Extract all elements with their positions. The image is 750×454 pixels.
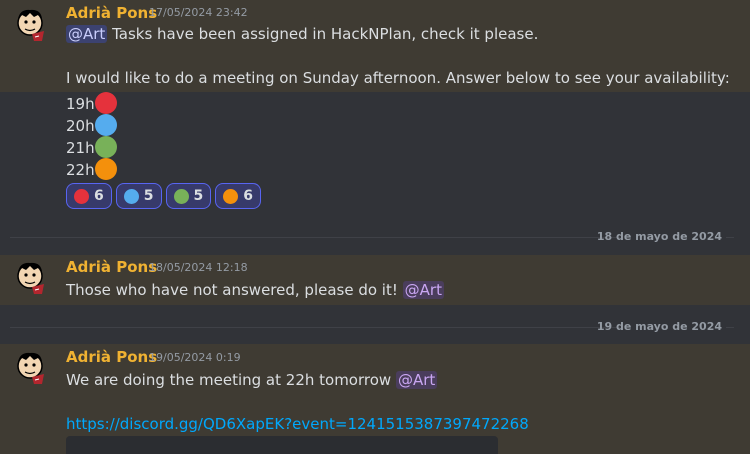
- avatar[interactable]: [10, 5, 50, 45]
- green-circle-icon: [173, 188, 189, 204]
- reaction-count: 5: [193, 188, 204, 204]
- event-link[interactable]: https://discord.gg/QD6XapEK?event=124151…: [66, 413, 529, 435]
- divider-date-label: 18 de mayo de 2024: [596, 230, 722, 243]
- divider-date-label: 19 de mayo de 2024: [596, 320, 722, 333]
- message-text-line: @Art Tasks have been assigned in HackNPl…: [66, 23, 538, 45]
- reaction-count: 6: [243, 188, 253, 204]
- reaction-orange-circle[interactable]: 6: [215, 183, 261, 209]
- red-circle-icon: [94, 92, 117, 114]
- message-timestamp: 18/05/2024 12:18: [149, 261, 248, 274]
- reaction-count: 6: [94, 188, 104, 204]
- message-text-line: Those who have not answered, please do i…: [66, 279, 444, 301]
- author-name[interactable]: Adrià Pons: [66, 257, 157, 277]
- date-divider: 18 de mayo de 2024: [10, 230, 750, 244]
- divider-line: [10, 237, 620, 238]
- author-name[interactable]: Adrià Pons: [66, 347, 157, 367]
- orange-circle-icon: [223, 188, 239, 204]
- author-name[interactable]: Adrià Pons: [66, 3, 157, 23]
- message-text-line: I would like to do a meeting on Sunday a…: [66, 69, 730, 87]
- reaction-blue-circle[interactable]: 5: [115, 183, 162, 209]
- reaction-red-circle[interactable]: 6: [66, 183, 112, 209]
- avatar[interactable]: [10, 258, 50, 298]
- user-mention[interactable]: @Art: [66, 25, 108, 43]
- date-divider: 19 de mayo de 2024: [10, 320, 750, 334]
- poll-option-21h: 21h: [66, 136, 117, 159]
- blue-circle-icon: [123, 188, 139, 204]
- message-text: Those who have not answered, please do i…: [66, 281, 398, 299]
- blue-circle-icon: [94, 114, 117, 136]
- user-mention[interactable]: @Art: [402, 281, 444, 299]
- user-mention[interactable]: @Art: [395, 371, 438, 389]
- red-circle-icon: [74, 188, 89, 204]
- link-embed[interactable]: [66, 436, 498, 454]
- message-timestamp: 17/05/2024 23:42: [149, 6, 248, 19]
- poll-option-19h: 19h: [66, 92, 117, 115]
- divider-line: [726, 237, 734, 238]
- avatar[interactable]: [10, 348, 50, 388]
- poll-option-20h: 20h: [66, 114, 117, 137]
- divider-line: [726, 327, 734, 328]
- orange-circle-icon: [94, 158, 117, 180]
- green-circle-icon: [94, 136, 117, 158]
- reaction-count: 5: [143, 188, 154, 204]
- message-text: We are doing the meeting at 22h tomorrow: [66, 371, 392, 389]
- reactions-bar: 6 5 5 6: [66, 183, 261, 209]
- message-text: Tasks have been assigned in HackNPlan, c…: [112, 25, 539, 43]
- poll-option-22h: 22h: [66, 158, 117, 181]
- reaction-green-circle[interactable]: 5: [165, 183, 212, 209]
- message-timestamp: 19/05/2024 0:19: [149, 351, 241, 364]
- divider-line: [10, 327, 620, 328]
- message-text-line: We are doing the meeting at 22h tomorrow…: [66, 369, 438, 391]
